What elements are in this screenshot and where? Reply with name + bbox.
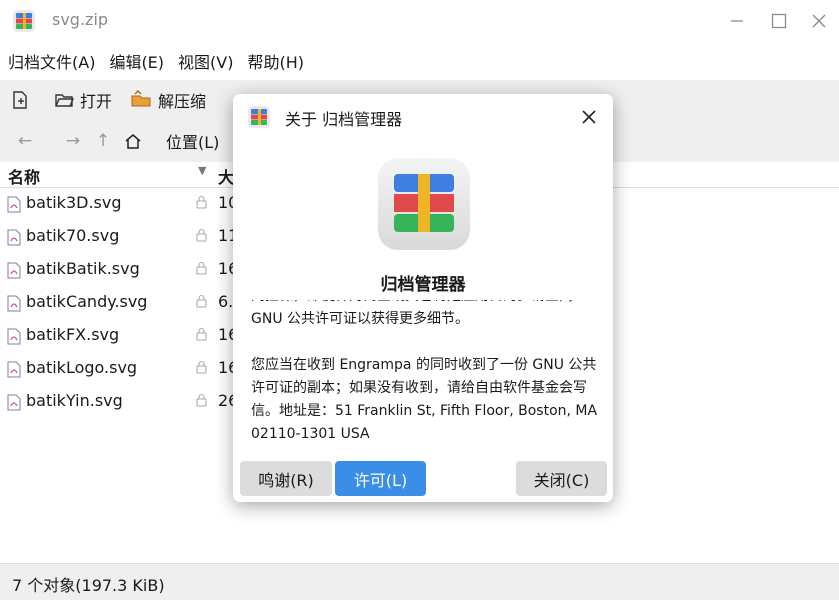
- file-name: batikBatik.svg: [26, 259, 140, 278]
- lock-icon: [196, 393, 207, 407]
- new-archive-icon: [13, 91, 27, 109]
- about-dialog: 关于 归档管理器 归档管理器 同担保，即使针对商业或其它特定应用目的。请查阅 G…: [233, 94, 613, 502]
- svg-file-icon: [7, 262, 21, 279]
- svg-file-icon: [7, 229, 21, 246]
- svg-file-icon: [7, 196, 21, 213]
- dialog-close-button[interactable]: [577, 105, 601, 129]
- open-label: 打开: [80, 92, 113, 111]
- dialog-titlebar: 关于 归档管理器: [233, 94, 613, 140]
- menu-archive[interactable]: 归档文件(A): [8, 49, 95, 73]
- close-button[interactable]: 关闭(C): [516, 461, 607, 496]
- maximize-button[interactable]: [766, 8, 792, 34]
- menubar: 归档文件(A) 编辑(E) 视图(V) 帮助(H): [0, 42, 839, 80]
- lock-icon: [196, 195, 207, 209]
- archive-manager-icon: [13, 10, 35, 32]
- back-arrow-icon: ←: [17, 131, 33, 151]
- location-label: 位置(L): [166, 133, 220, 152]
- forward-button[interactable]: →: [58, 131, 88, 151]
- minimize-icon: [731, 20, 743, 22]
- license-paragraph: 您应当在收到 Engrampa 的同时收到了一份 GNU 公共许可证的副本；如果…: [251, 357, 598, 442]
- sort-down-icon: ▼: [198, 164, 207, 177]
- license-paragraph: 同担保，即使针对商业或其它特定应用目的。请查阅 GNU 公共许可证以获得更多细节…: [251, 300, 573, 327]
- close-icon: [812, 14, 826, 28]
- back-button[interactable]: ←: [10, 131, 40, 151]
- window-title: svg.zip: [52, 10, 109, 29]
- lock-icon: [196, 360, 207, 374]
- svg-file-icon: [7, 361, 21, 378]
- close-icon: [582, 110, 596, 124]
- file-name: batikCandy.svg: [26, 292, 148, 311]
- forward-arrow-icon: →: [65, 131, 81, 151]
- home-icon: [125, 134, 141, 149]
- lock-icon: [196, 294, 207, 308]
- extract-icon: [131, 90, 151, 107]
- lock-icon: [196, 228, 207, 242]
- maximize-icon: [771, 13, 787, 29]
- menu-edit[interactable]: 编辑(E): [109, 49, 164, 73]
- archive-manager-icon: [248, 106, 270, 128]
- up-button[interactable]: ↑: [88, 131, 118, 151]
- open-button[interactable]: 打开: [54, 88, 112, 112]
- extract-button[interactable]: 解压缩: [130, 88, 206, 112]
- lock-icon: [196, 261, 207, 275]
- home-button[interactable]: [118, 132, 148, 150]
- archive-manager-icon: [378, 158, 470, 250]
- dialog-title: 关于 归档管理器: [285, 110, 403, 129]
- svg-file-icon: [7, 394, 21, 411]
- license-text-area[interactable]: 同担保，即使针对商业或其它特定应用目的。请查阅 GNU 公共许可证以获得更多细节…: [251, 300, 601, 458]
- extract-label: 解压缩: [158, 92, 207, 111]
- lock-icon: [196, 327, 207, 341]
- new-archive-button[interactable]: [10, 90, 36, 110]
- status-text: 7 个对象(197.3 KiB): [12, 576, 165, 595]
- file-name: batik70.svg: [26, 226, 120, 245]
- menu-view[interactable]: 视图(V): [178, 49, 233, 73]
- app-name: 归档管理器: [380, 275, 466, 295]
- file-name: batikFX.svg: [26, 325, 120, 344]
- svg-file-icon: [7, 328, 21, 345]
- license-button[interactable]: 许可(L): [335, 461, 426, 496]
- minimize-button[interactable]: [724, 8, 750, 34]
- dialog-button-bar: 鸣谢(R) 许可(L) 关闭(C): [233, 460, 613, 502]
- credits-button[interactable]: 鸣谢(R): [240, 461, 332, 496]
- column-header-name[interactable]: 名称: [8, 164, 40, 188]
- menu-help[interactable]: 帮助(H): [247, 49, 304, 73]
- up-arrow-icon: ↑: [95, 131, 111, 151]
- folder-open-icon: [55, 94, 74, 107]
- statusbar: 7 个对象(197.3 KiB): [0, 563, 839, 600]
- file-name: batikYin.svg: [26, 391, 123, 410]
- window-titlebar: svg.zip: [0, 0, 839, 42]
- file-name: batik3D.svg: [26, 193, 122, 212]
- window-close-button[interactable]: [806, 8, 832, 34]
- svg-file-icon: [7, 295, 21, 312]
- file-name: batikLogo.svg: [26, 358, 138, 377]
- column-header-size[interactable]: 大: [218, 164, 234, 188]
